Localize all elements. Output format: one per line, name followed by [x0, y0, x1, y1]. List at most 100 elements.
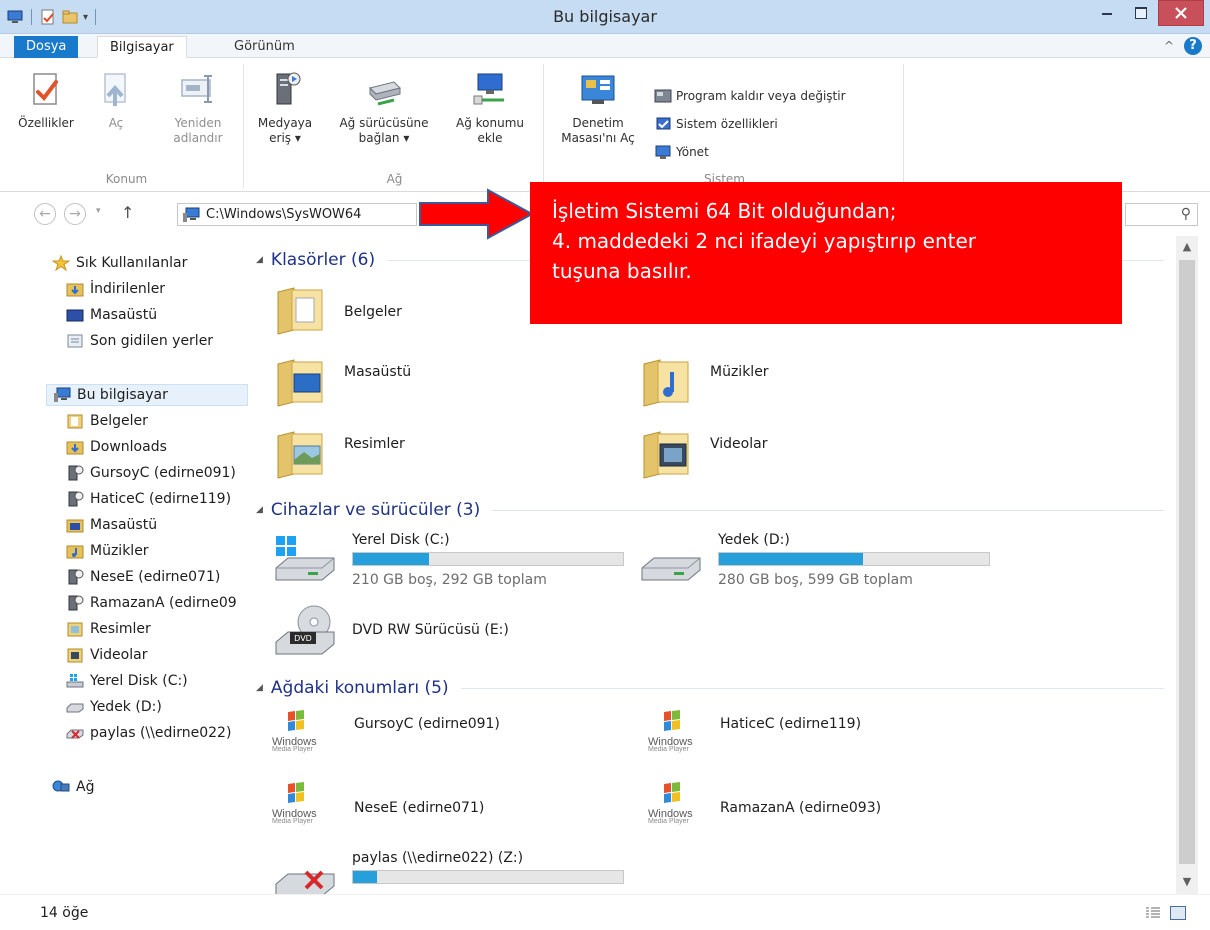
group-devices-header[interactable]: ◢ Cihazlar ve sürücüler (3) [256, 498, 1164, 522]
nav-item-media-ramazana[interactable]: RamazanA (edirne09 [66, 592, 237, 614]
nav-this-pc[interactable]: Bu bilgisayar [46, 384, 248, 406]
callout-line-2: 4. maddedeki 2 nci ifadeyi yapıştırıp en… [552, 229, 976, 253]
back-button[interactable]: ← [34, 203, 56, 225]
address-bar[interactable]: C:\Windows\SysWOW64 [177, 203, 417, 226]
dvd-drive-icon: DVD [275, 605, 335, 655]
nav-item-music[interactable]: Müzikler [66, 540, 149, 562]
group-network-title: Ağdaki konumları (5) [270, 678, 449, 698]
star-icon [52, 255, 70, 271]
ribbon: Özellikler Aç Yeniden adlandır Konum Med… [0, 58, 1210, 192]
navigation-pane: Sık Kullanılanlar İndirilenler Masaüstü … [0, 236, 248, 894]
drive-d[interactable]: Yedek (D:) 280 GB boş, 599 GB toplam [638, 532, 998, 592]
window-controls [1090, 0, 1204, 26]
minimize-button[interactable] [1090, 0, 1124, 26]
nav-item-media-haticec[interactable]: HaticeC (edirne119) [66, 488, 231, 510]
drive-c[interactable]: Yerel Disk (C:) 210 GB boş, 292 GB topla… [272, 532, 632, 592]
nav-item-label: Masaüstü [90, 517, 158, 533]
manage-button[interactable]: Yönet [654, 144, 709, 160]
nav-item-pictures[interactable]: Resimler [66, 618, 151, 640]
wmp-logo-subtext: Media Player [272, 746, 313, 753]
nav-network[interactable]: Ağ [52, 776, 94, 798]
add-network-location-label-2: ekle [477, 131, 503, 145]
forward-button[interactable]: → [64, 203, 86, 225]
maximize-button[interactable] [1124, 0, 1158, 26]
help-icon[interactable]: ? [1184, 37, 1202, 55]
folder-pictures[interactable]: Resimler [272, 424, 405, 482]
network-location-ramazana[interactable]: Windows Media Player RamazanA (edirne093) [648, 782, 882, 825]
nav-item-label: Masaüstü [90, 307, 158, 323]
network-location-gursoyc[interactable]: Windows Media Player GursoyC (edirne091) [272, 710, 500, 753]
nav-item-backup-d[interactable]: Yedek (D:) [66, 696, 162, 718]
nav-item-downloads-favorite[interactable]: İndirilenler [66, 278, 165, 300]
properties-icon [33, 73, 58, 105]
network-location-nesee[interactable]: Windows Media Player NeseE (edirne071) [272, 782, 484, 825]
up-button[interactable]: ↑ [121, 203, 134, 222]
nav-item-label: Downloads [90, 439, 167, 455]
properties-button[interactable]: Özellikler [12, 70, 80, 131]
group-network-header[interactable]: ◢ Ağdaki konumları (5) [256, 676, 1164, 700]
access-media-button[interactable]: Medyaya eriş ▾ [252, 70, 318, 146]
vertical-scrollbar[interactable]: ▲ ▼ [1176, 236, 1198, 894]
media-server-icon [68, 491, 84, 507]
nav-item-documents[interactable]: Belgeler [66, 410, 148, 432]
network-location-haticec[interactable]: Windows Media Player HaticeC (edirne119) [648, 710, 862, 753]
map-network-drive-button[interactable]: Ağ sürücüsüne bağlan ▾ [324, 70, 444, 146]
uninstall-icon [654, 89, 672, 103]
network-location-label: RamazanA (edirne093) [720, 800, 882, 816]
nav-favorites[interactable]: Sık Kullanılanlar [52, 252, 187, 274]
details-view-icon[interactable] [1146, 907, 1160, 919]
rename-button[interactable]: Yeniden adlandır [158, 70, 238, 146]
wmp-logo-subtext: Media Player [648, 746, 689, 753]
network-location-label: HaticeC (edirne119) [720, 716, 862, 732]
rename-label-1: Yeniden [174, 116, 222, 130]
folder-desktop[interactable]: Masaüstü [272, 352, 411, 410]
nav-favorites-label: Sık Kullanılanlar [76, 255, 188, 271]
tab-view[interactable]: Görünüm [222, 36, 307, 58]
scroll-down-button[interactable]: ▼ [1176, 875, 1198, 888]
wmp-logo-subtext: Media Player [648, 818, 689, 825]
open-control-panel-button[interactable]: Denetim Masası'nı Aç [552, 70, 644, 146]
nav-item-videos[interactable]: Videolar [66, 644, 147, 666]
tab-file[interactable]: Dosya [14, 36, 79, 58]
recent-locations-dropdown[interactable]: ▾ [96, 206, 101, 216]
large-icons-view-icon[interactable] [1170, 906, 1186, 920]
nav-item-local-disk-c[interactable]: Yerel Disk (C:) [66, 670, 188, 692]
window-title: Bu bilgisayar [553, 7, 657, 26]
system-properties-icon [656, 117, 671, 130]
nav-item-downloads[interactable]: Downloads [66, 436, 167, 458]
search-input[interactable]: ⚲ [1125, 203, 1198, 226]
network-icon [52, 780, 70, 792]
close-button[interactable] [1158, 0, 1204, 26]
nav-item-recent-places[interactable]: Son gidilen yerler [66, 330, 213, 352]
ribbon-group-location: Özellikler Aç Yeniden adlandır Konum [10, 64, 244, 188]
drive-dvd[interactable]: DVD DVD RW Sürücüsü (E:) [272, 602, 632, 662]
nav-item-media-gursoyc[interactable]: GursoyC (edirne091) [66, 462, 236, 484]
media-server-icon [276, 72, 301, 105]
disconnected-drive-icon [66, 729, 84, 739]
folder-music[interactable]: Müzikler [638, 352, 769, 410]
system-properties-button[interactable]: Sistem özellikleri [654, 116, 778, 132]
system-properties-label: Sistem özellikleri [676, 117, 778, 131]
nav-network-label: Ağ [76, 779, 95, 795]
open-icon [104, 73, 126, 106]
network-share-paylas[interactable]: paylas (\\edirne022) (Z:) [272, 850, 632, 894]
tab-computer[interactable]: Bilgisayar [97, 36, 187, 58]
music-folder-icon [66, 545, 84, 559]
open-button[interactable]: Aç [92, 70, 140, 131]
scroll-up-button[interactable]: ▲ [1176, 240, 1198, 253]
uninstall-program-button[interactable]: Program kaldır veya değiştir [654, 88, 846, 104]
scroll-thumb[interactable] [1179, 260, 1195, 864]
folder-videos[interactable]: Videolar [638, 424, 767, 482]
drive-c-usage-fill [353, 553, 429, 565]
drive-dvd-label: DVD RW Sürücüsü (E:) [352, 622, 509, 638]
nav-item-media-nesee[interactable]: NeseE (edirne071) [66, 566, 220, 588]
videos-folder-icon [643, 431, 689, 479]
collapse-ribbon-icon[interactable]: ^ [1164, 39, 1174, 53]
folder-documents[interactable]: Belgeler [272, 280, 402, 338]
add-network-location-button[interactable]: Ağ konumu ekle [446, 70, 534, 146]
nav-item-share-paylas[interactable]: paylas (\\edirne022) [66, 722, 231, 744]
nav-item-desktop[interactable]: Masaüstü [66, 514, 157, 536]
network-drive-icon [369, 81, 401, 106]
network-share-usage-fill [353, 871, 378, 883]
nav-item-desktop-favorite[interactable]: Masaüstü [66, 304, 157, 326]
